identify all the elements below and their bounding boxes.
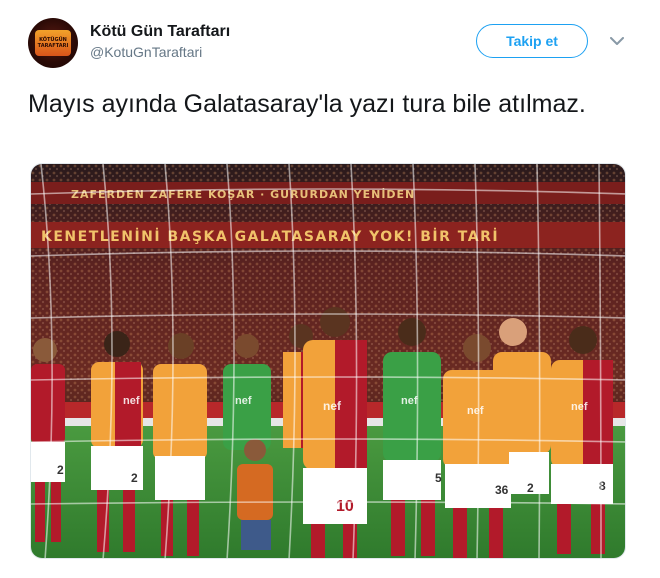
- author-handle[interactable]: @KotuGnTaraftari: [90, 43, 230, 61]
- tweet-card: KÖTÜGÜN TARAFTARI Kötü Gün Taraftarı @Ko…: [0, 0, 660, 578]
- sponsor-label: nef: [235, 395, 252, 407]
- player-number: 5: [435, 471, 442, 485]
- player-number: 10: [336, 498, 354, 515]
- sponsor-label: nef: [401, 395, 418, 407]
- author-display-name[interactable]: Kötü Gün Taraftarı: [90, 22, 230, 42]
- player-number: 36: [495, 483, 509, 497]
- tweet-photo[interactable]: ZAFERDEN ZAFERE KOŞAR · GURURDAN YENİDEN…: [30, 163, 626, 559]
- author-names[interactable]: Kötü Gün Taraftarı @KotuGnTaraftari: [90, 22, 230, 61]
- sponsor-label: nef: [571, 401, 588, 413]
- tweet-text: Mayıs ayında Galatasaray'la yazı tura bi…: [28, 90, 586, 118]
- chevron-down-icon: [610, 36, 624, 45]
- avatar-logo: KÖTÜGÜN TARAFTARI: [35, 30, 71, 56]
- avatar-logo-text: KÖTÜGÜN TARAFTARI: [37, 37, 69, 49]
- tweet-header: KÖTÜGÜN TARAFTARI Kötü Gün Taraftarı @Ko…: [28, 18, 638, 70]
- team-celebration-photo: ZAFERDEN ZAFERE KOŞAR · GURURDAN YENİDEN…: [31, 164, 625, 558]
- player-number: 2: [527, 481, 534, 495]
- sponsor-label: nef: [123, 395, 140, 407]
- more-options-caret[interactable]: [606, 30, 628, 52]
- sponsor-label: nef: [323, 399, 342, 413]
- follow-button[interactable]: Takip et: [476, 24, 588, 58]
- player-number: 8: [599, 479, 606, 493]
- player-number: 2: [131, 471, 138, 485]
- follow-button-label: Takip et: [506, 33, 558, 49]
- avatar[interactable]: KÖTÜGÜN TARAFTARI: [28, 18, 78, 68]
- player-number: 2: [57, 463, 64, 477]
- sponsor-label: nef: [467, 405, 484, 417]
